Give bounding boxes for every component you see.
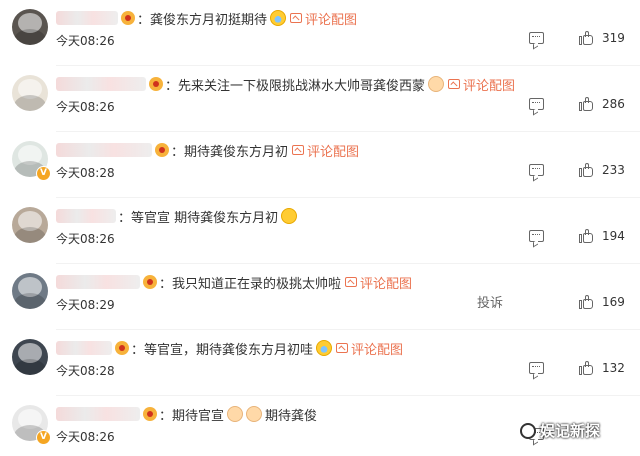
verified-badge-icon: V [36,166,51,181]
like-count: 194 [602,229,625,243]
thumbs-up-icon [579,295,594,309]
comment-item: V ： 期待龚俊东方月初 评论配图 今天08:28 233 [0,132,640,198]
username-blurred[interactable] [56,77,146,91]
comment-time: 今天08:26 [56,100,115,114]
fan-medal-icon [143,275,157,289]
comment-image-link[interactable]: 评论配图 [336,339,403,358]
username-blurred[interactable] [56,11,118,25]
clapping-emoji-icon [281,208,298,224]
comment-item: ： 我只知道正在录的极挑太帅啦 评论配图 今天08:29 投诉 169 [0,264,640,330]
image-icon [448,79,461,89]
comment-image-link[interactable]: 评论配图 [292,141,359,160]
reply-icon[interactable] [529,362,544,374]
comment-time: 今天08:29 [56,298,115,312]
username-blurred[interactable] [56,209,116,223]
comment-text: 龚俊东方月初挺期待 [150,12,268,28]
verified-badge-icon: V [36,430,51,445]
reply-icon[interactable] [529,98,544,110]
image-icon [345,277,358,287]
username-blurred[interactable] [56,341,112,355]
comment-time: 今天08:28 [56,166,115,180]
comment-text: 期待官宣 [172,408,225,424]
like-count: 132 [602,361,625,375]
image-icon [336,343,349,353]
reply-icon[interactable] [529,230,544,242]
comment-item: ： 等官宣，期待龚俊东方月初哇 评论配图 今天08:28 132 [0,330,640,396]
like-button[interactable]: 169 [579,292,625,312]
comment-item: ： 龚俊东方月初挺期待 评论配图 今天08:26 319 [0,0,640,66]
comment-text: 等官宣，期待龚俊东方月初哇 [144,342,314,358]
thumbs-up-icon [579,163,594,177]
avatar[interactable] [12,207,48,243]
comment-time: 今天08:28 [56,364,115,378]
thumbs-up-icon [579,229,594,243]
crying-emoji-icon [316,340,333,356]
avatar[interactable] [12,339,48,375]
username-blurred[interactable] [56,275,140,289]
like-button[interactable]: 319 [579,28,625,48]
fan-medal-icon [155,143,169,157]
like-button[interactable]: 233 [579,160,625,180]
comment-text: 先来关注一下极限挑战淋水大帅哥龚俊西蒙 [178,78,426,94]
cheer-emoji-icon [428,76,445,92]
report-button[interactable]: 投诉 [477,292,503,311]
comment-text: 等官宣 期待龚俊东方月初 [131,210,279,226]
comment-image-link[interactable]: 评论配图 [448,75,515,94]
comment-image-link[interactable]: 评论配图 [345,273,412,292]
reply-icon[interactable] [529,32,544,44]
comment-text: 期待龚俊东方月初 [184,144,289,160]
comment-image-link[interactable]: 评论配图 [290,9,357,28]
comment-time: 今天08:26 [56,232,115,246]
thumbs-up-icon [579,361,594,375]
fan-medal-icon [149,77,163,91]
praying-emoji-icon [246,406,263,422]
grinning-sweat-emoji-icon [270,10,287,26]
reply-icon[interactable] [529,164,544,176]
watermark-logo-icon [520,422,536,439]
comment-item: ： 等官宣 期待龚俊东方月初 今天08:26 194 [0,198,640,264]
like-button[interactable]: 194 [579,226,625,246]
fan-medal-icon [115,341,129,355]
like-count: 286 [602,97,625,111]
comment-time: 今天08:26 [56,34,115,48]
comment-item: ： 先来关注一下极限挑战淋水大帅哥龚俊西蒙 评论配图 今天08:26 286 [0,66,640,132]
like-count: 169 [602,295,625,309]
avatar[interactable] [12,273,48,309]
like-count: 233 [602,163,625,177]
watermark: 娱记新探 [520,420,600,441]
thumbs-up-icon [579,97,594,111]
image-icon [292,145,305,155]
praying-emoji-icon [227,406,244,422]
username-blurred[interactable] [56,143,152,157]
like-button[interactable]: 286 [579,94,625,114]
comment-text: 我只知道正在录的极挑太帅啦 [172,276,342,292]
like-button[interactable]: 132 [579,358,625,378]
fan-medal-icon [143,407,157,421]
avatar[interactable] [12,9,48,45]
username-blurred[interactable] [56,407,140,421]
image-icon [290,13,303,23]
fan-medal-icon [121,11,135,25]
avatar[interactable] [12,75,48,111]
like-count: 319 [602,31,625,45]
comment-text: 期待龚俊 [265,408,318,424]
thumbs-up-icon [579,31,594,45]
comment-time: 今天08:26 [56,430,115,444]
